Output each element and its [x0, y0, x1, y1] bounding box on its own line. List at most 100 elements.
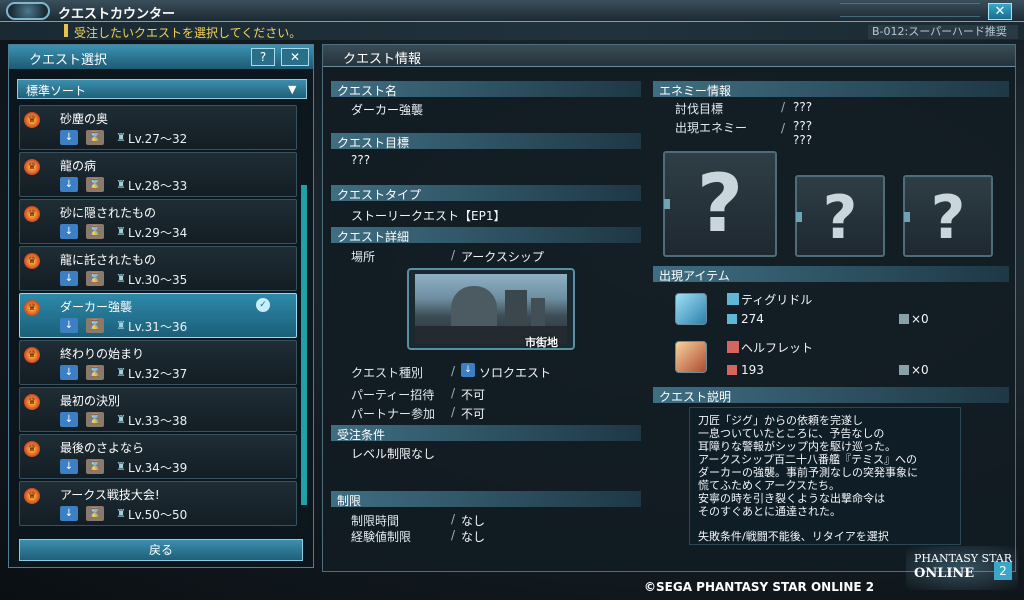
solo-icon: ↓ — [60, 365, 78, 380]
quest-info-title: クエスト情報 — [343, 52, 422, 67]
quest-name: 最後のさよなら — [60, 441, 145, 455]
partner-label: パートナー参加 — [351, 407, 436, 421]
quest-name-value: ダーカー強襲 — [351, 103, 424, 117]
solo-icon: ↓ — [60, 318, 78, 333]
quest-level: Lv.34〜39 — [128, 461, 188, 475]
quest-counter-screen: クエストカウンター ✕ 受注したいクエストを選択してください。 B-012:スー… — [0, 0, 1024, 600]
dome-building — [451, 286, 497, 326]
quest-info-header: クエスト情報 — [323, 45, 1015, 67]
crown-icon: ♛ — [24, 159, 40, 175]
crown-icon: ♛ — [24, 347, 40, 363]
enemy-info-section: エネミー情報 — [653, 81, 1009, 98]
party-value: 不可 — [461, 388, 486, 402]
copyright-text: ©SEGA PHANTASY STAR ONLINE 2 — [644, 580, 875, 594]
quest-list-item-selected[interactable]: ♛ ダーカー強襲 ✓ ↓ ⌛ ♜ Lv.31〜36 — [19, 293, 297, 338]
section-title: 出現アイテム — [659, 269, 730, 283]
items-section: 出現アイテム — [653, 266, 1009, 283]
crown-icon: ♛ — [24, 394, 40, 410]
hourglass-icon: ⌛ — [86, 224, 104, 239]
solo-icon: ↓ — [60, 130, 78, 145]
section-title: クエスト名 — [337, 84, 398, 98]
window-close-button[interactable]: ✕ — [988, 3, 1012, 20]
quest-detail-section: クエスト詳細 — [331, 227, 641, 244]
sword-item-icon[interactable] — [675, 341, 707, 373]
solo-icon: ↓ — [60, 459, 78, 474]
quest-name: 最初の決別 — [60, 394, 121, 408]
hourglass-icon: ⌛ — [86, 506, 104, 521]
weapon-type-icon — [727, 341, 739, 353]
quest-list-item[interactable]: ♛ 砂塵の奥 ↓ ⌛ ♜ Lv.27〜32 — [19, 105, 297, 150]
solo-icon: ↓ — [60, 224, 78, 239]
section-title: クエストタイプ — [337, 188, 422, 202]
crown-icon: ♛ — [24, 206, 40, 222]
quantity-icon — [899, 365, 909, 375]
quest-goal-value: ??? — [351, 153, 371, 167]
dropdown-arrow-icon: ▼ — [288, 83, 297, 96]
quest-list-item[interactable]: ♛ 最後のさよなら ↓ ⌛ ♜ Lv.34〜39 — [19, 434, 297, 479]
separator: / — [451, 248, 456, 262]
quest-level: Lv.30〜35 — [128, 273, 188, 287]
crown-icon: ♛ — [24, 300, 40, 316]
sort-label: 標準ソート — [26, 84, 87, 98]
quest-list-item[interactable]: ♛ 終わりの始まり ↓ ⌛ ♜ Lv.32〜37 — [19, 340, 297, 385]
exp-limit-label: 経験値制限 — [351, 530, 412, 544]
crown-icon: ♛ — [24, 112, 40, 128]
description-line: そのすぐあとに通達された。 — [698, 505, 841, 518]
quest-list-item[interactable]: ♛ アークス戦技大会! ↓ ⌛ ♜ Lv.50〜50 — [19, 481, 297, 526]
sword-item-icon[interactable] — [675, 293, 707, 325]
solo-icon: ↓ — [60, 412, 78, 427]
hourglass-icon: ⌛ — [86, 177, 104, 192]
quest-list-item[interactable]: ♛ 最初の決別 ↓ ⌛ ♜ Lv.33〜38 — [19, 387, 297, 432]
section-title: エネミー情報 — [659, 84, 732, 98]
counter-emblem-icon — [6, 2, 50, 20]
target-value: ??? — [793, 100, 813, 114]
scrollbar-thumb[interactable] — [301, 185, 307, 505]
area-thumbnail: 市街地 — [407, 268, 575, 350]
solo-icon: ↓ — [60, 177, 78, 192]
logo-number: 2 — [994, 562, 1012, 580]
separator: / — [781, 121, 786, 135]
quest-name: 砂に隠されたもの — [60, 206, 157, 220]
logo-line2: ONLINE — [914, 566, 975, 581]
quest-list-item[interactable]: ♛ 龍の病 ↓ ⌛ ♜ Lv.28〜33 — [19, 152, 297, 197]
item-count: ×0 — [911, 312, 929, 326]
quest-select-panel: クエスト選択 ? ✕ 標準ソート ▼ ♛ 砂塵の奥 ↓ ⌛ ♜ Lv.27〜32… — [8, 44, 314, 568]
hourglass-icon: ⌛ — [86, 459, 104, 474]
enemy-slot[interactable]: ? — [795, 175, 885, 257]
kind-label: クエスト種別 — [351, 366, 424, 380]
section-title: 制限 — [337, 494, 362, 508]
item-count: ×0 — [911, 363, 929, 377]
hourglass-icon: ⌛ — [86, 412, 104, 427]
sort-dropdown[interactable]: 標準ソート ▼ — [17, 79, 307, 99]
back-button[interactable]: 戻る — [19, 539, 303, 561]
quest-list: ♛ 砂塵の奥 ↓ ⌛ ♜ Lv.27〜32 ♛ 龍の病 ↓ ⌛ ♜ Lv.28〜… — [19, 105, 297, 533]
hourglass-icon: ⌛ — [86, 130, 104, 145]
quest-level: Lv.29〜34 — [128, 226, 188, 240]
target-label: 討伐目標 — [675, 102, 724, 116]
quest-list-item[interactable]: ♛ 砂に隠されたもの ↓ ⌛ ♜ Lv.29〜34 — [19, 199, 297, 244]
panel-close-button[interactable]: ✕ — [281, 48, 309, 66]
instruction-text: 受注したいクエストを選択してください。 — [74, 26, 302, 40]
section-title: クエスト詳細 — [337, 230, 410, 244]
quest-list-scrollbar[interactable] — [301, 105, 307, 533]
enemy-slot-main[interactable]: ? — [663, 151, 777, 257]
quest-name: アークス戦技大会! — [60, 488, 160, 502]
quest-name: 龍の病 — [60, 159, 97, 173]
appear-enemy-label: 出現エネミー — [675, 121, 748, 135]
weapon-type-icon — [727, 293, 739, 305]
enemy-slot[interactable]: ? — [903, 175, 993, 257]
help-button[interactable]: ? — [251, 48, 275, 66]
place-value: アークスシップ — [461, 250, 544, 264]
hourglass-icon: ⌛ — [86, 365, 104, 380]
description-box: 刀匠「ジグ」からの依頼を完遂し 一息ついていたところに、予告なしの 耳障りな警報… — [689, 407, 961, 545]
separator: / — [451, 364, 456, 378]
tower-building — [505, 290, 527, 330]
quest-level: Lv.50〜50 — [128, 508, 188, 522]
description-section: クエスト説明 — [653, 387, 1009, 404]
quest-level: Lv.33〜38 — [128, 414, 188, 428]
quest-level: Lv.32〜37 — [128, 367, 188, 381]
quest-name: ダーカー強襲 — [60, 300, 133, 314]
quest-list-item[interactable]: ♛ 龍に託されたもの ↓ ⌛ ♜ Lv.30〜35 — [19, 246, 297, 291]
crown-icon: ♛ — [24, 253, 40, 269]
hourglass-icon: ⌛ — [86, 271, 104, 286]
